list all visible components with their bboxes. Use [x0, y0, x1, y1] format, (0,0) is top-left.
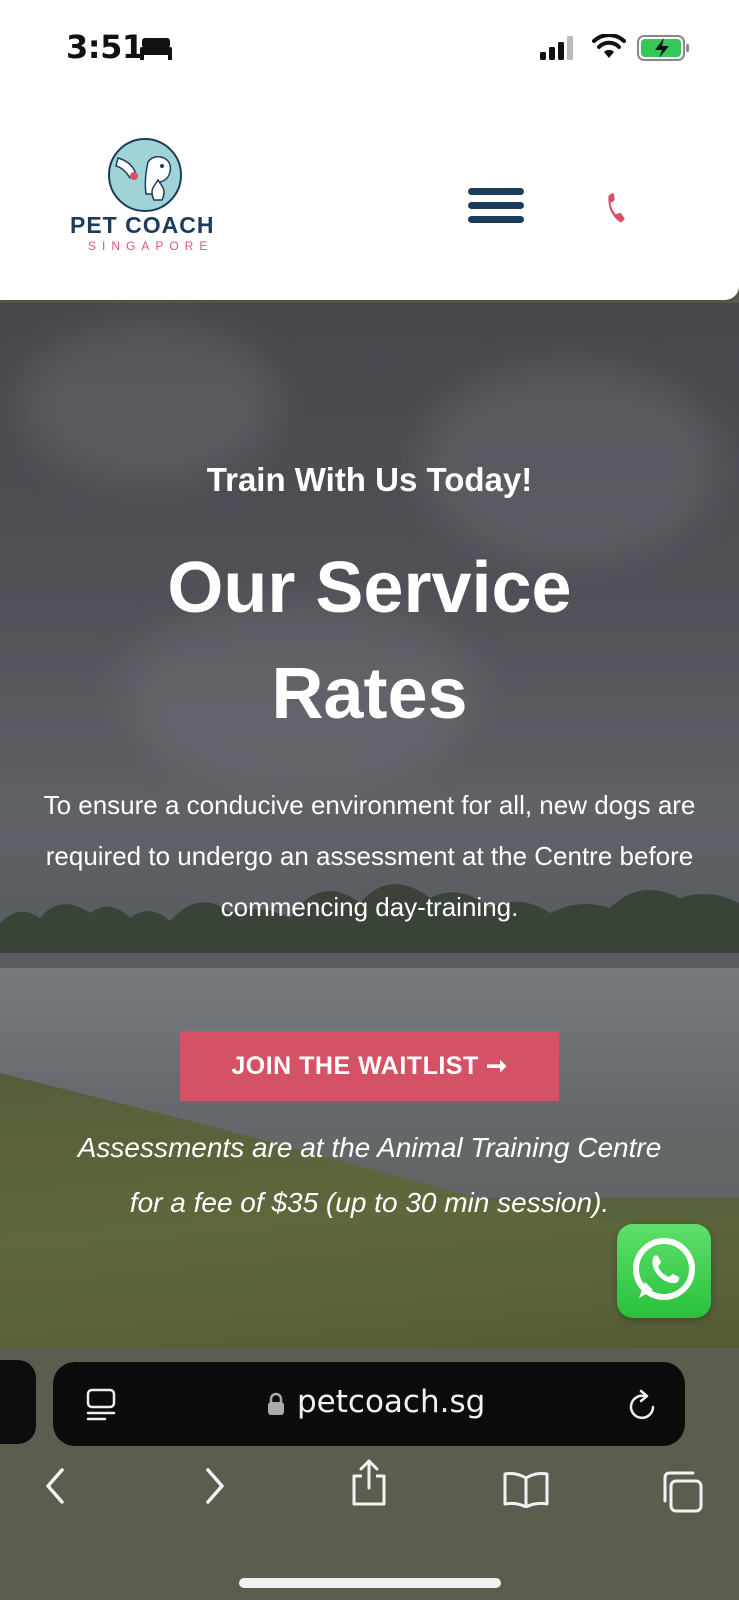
whatsapp-button[interactable] [617, 1224, 711, 1318]
logo-title: PET COACH [70, 212, 215, 238]
bed-icon [140, 38, 172, 60]
status-time: 3:51 [66, 28, 144, 66]
phone-icon[interactable] [598, 190, 634, 226]
bookmarks-icon[interactable] [502, 1470, 550, 1508]
hamburger-menu-icon[interactable] [468, 188, 524, 232]
hero-tagline: Train With Us Today! [206, 461, 533, 498]
logo-subtitle: SINGAPORE [88, 239, 214, 253]
forward-icon[interactable] [200, 1466, 230, 1506]
pet-coach-logo[interactable]: PET COACH SINGAPORE [66, 138, 226, 258]
lock-icon [268, 1392, 284, 1415]
browser-toolbar: petcoach.sg [0, 1348, 739, 1600]
reload-icon[interactable] [627, 1388, 659, 1422]
join-waitlist-button[interactable]: JOIN THE WAITLIST ➞ [180, 1031, 559, 1101]
assessment-note: Assessments are at the Animal Training C… [77, 1132, 662, 1218]
previous-tab[interactable] [0, 1360, 36, 1444]
site-header: PET COACH SINGAPORE [0, 100, 739, 300]
page-title: Our Service Rates [167, 548, 572, 734]
hero-description: To ensure a conducive environment for al… [43, 790, 696, 922]
back-icon[interactable] [40, 1466, 70, 1506]
status-bar: 3:51 [0, 0, 739, 100]
logo-emblem [108, 138, 182, 212]
page-menu-icon[interactable] [85, 1388, 117, 1422]
wifi-icon [592, 34, 626, 58]
hero-section: Train With Us Today! Our Service Rates T… [0, 303, 739, 1348]
battery-charging-icon [637, 35, 689, 61]
whatsapp-icon [633, 1238, 695, 1300]
tabs-icon[interactable] [660, 1470, 704, 1514]
url-text: petcoach.sg [297, 1384, 486, 1420]
share-icon[interactable] [348, 1458, 390, 1508]
dog-cat-illustration-icon [115, 155, 172, 201]
signal-icon [540, 36, 573, 60]
home-indicator[interactable] [239, 1578, 501, 1588]
address-bar[interactable]: petcoach.sg [53, 1362, 685, 1446]
